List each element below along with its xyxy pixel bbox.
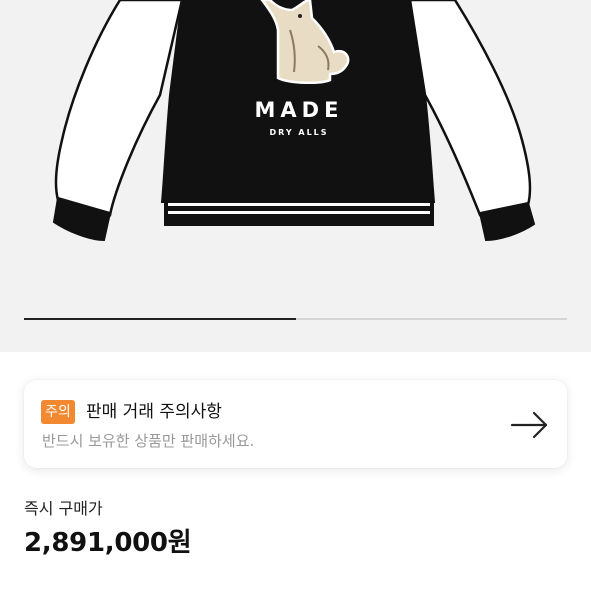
sales-notice-card[interactable]: 주의 판매 거래 주의사항 반드시 보유한 상품만 판매하세요. [24, 380, 567, 468]
brand-subtext: DRY ALLS [269, 128, 328, 137]
jacket-illustration: MADE DRY ALLS [52, 0, 536, 242]
warning-badge: 주의 [41, 400, 75, 424]
product-image[interactable]: MADE DRY ALLS [0, 0, 591, 352]
notice-description: 반드시 보유한 상품만 판매하세요. [42, 432, 255, 450]
arrow-right-icon[interactable] [510, 405, 550, 445]
notice-title: 판매 거래 주의사항 [86, 402, 222, 422]
instant-buy-price-label: 즉시 구매가 [24, 499, 103, 518]
carousel-progress-bar [24, 318, 567, 320]
carousel-progress-fill [24, 318, 296, 320]
brand-text: MADE [255, 98, 344, 122]
instant-buy-price-value: 2,891,000원 [24, 528, 192, 558]
